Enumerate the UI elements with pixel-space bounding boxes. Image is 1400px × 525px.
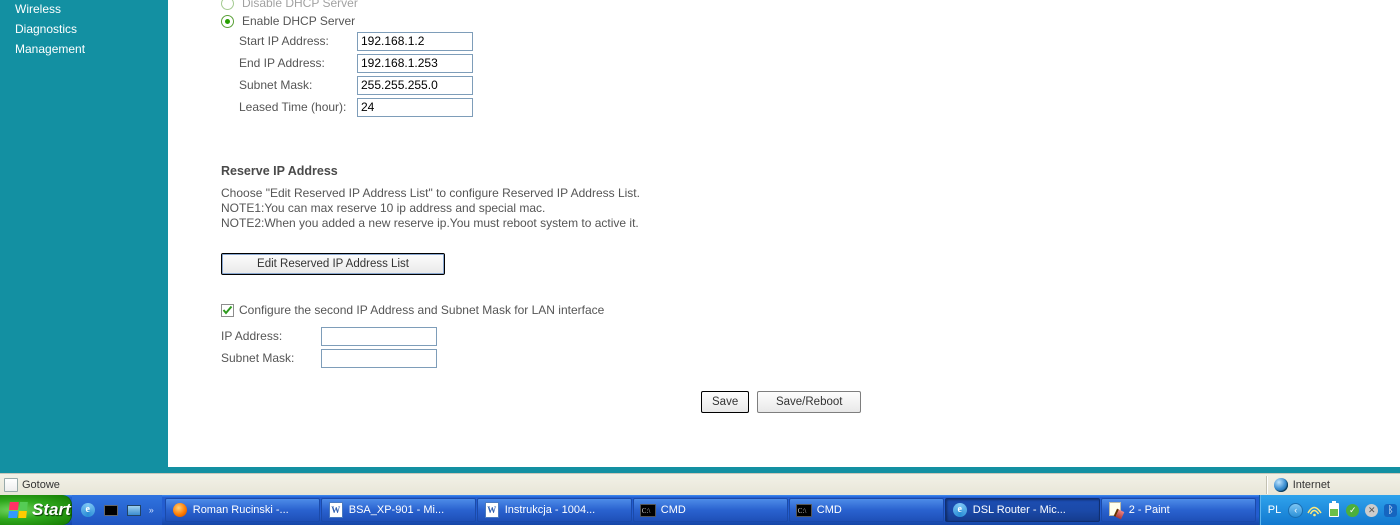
taskbar-btn-cmd-1[interactable]: CMD <box>633 498 788 522</box>
start-ip-label: Start IP Address: <box>239 34 357 48</box>
tray-battery-icon[interactable] <box>1326 503 1341 518</box>
taskbar-btn-paint[interactable]: 2 - Paint <box>1101 498 1256 522</box>
quicklaunch-show-desktop[interactable] <box>124 499 144 521</box>
end-ip-input[interactable] <box>357 54 473 73</box>
quicklaunch-expand[interactable]: » <box>147 505 156 515</box>
sidebar-item-management[interactable]: Management <box>0 40 168 60</box>
radio-enable-dhcp-label: Enable DHCP Server <box>242 14 355 28</box>
taskbar-btn-label: Roman Rucinski -... <box>193 504 289 516</box>
quicklaunch-cmd[interactable] <box>101 499 121 521</box>
reserve-desc-line1: Choose "Edit Reserved IP Address List" t… <box>221 186 1271 201</box>
tray-wifi-icon[interactable] <box>1307 503 1322 518</box>
firefox-icon <box>173 503 187 517</box>
status-text: Gotowe <box>22 479 60 491</box>
taskbar-btn-label: 2 - Paint <box>1129 504 1170 516</box>
taskbar-btn-label: Instrukcja - 1004... <box>505 504 596 516</box>
sidebar-item-diagnostics[interactable]: Diagnostics <box>0 20 168 40</box>
reserve-desc-line3: NOTE2:When you added a new reserve ip.Yo… <box>221 216 1271 231</box>
system-tray: PL ‹ ✓ ✕ ᛒ 🔊 13:39 <box>1259 495 1400 525</box>
tray-collapse-button[interactable]: ‹ <box>1288 503 1303 518</box>
save-button[interactable]: Save <box>701 391 749 413</box>
second-subnet-mask-input[interactable] <box>321 349 437 368</box>
taskbar-btn-bsa[interactable]: BSA_XP-901 - Mi... <box>321 498 476 522</box>
content-area: Disable DHCP Server Enable DHCP Server S… <box>168 0 1400 467</box>
subnet-mask-input[interactable] <box>357 76 473 95</box>
statusbar-separator <box>1266 476 1267 494</box>
radio-disable-dhcp[interactable] <box>221 0 234 10</box>
windows-logo-icon <box>8 502 28 518</box>
quicklaunch-ie[interactable] <box>78 499 98 521</box>
start-button[interactable]: Start <box>0 495 72 525</box>
taskbar-buttons: Roman Rucinski -... BSA_XP-901 - Mi... I… <box>162 495 1259 525</box>
leased-time-label: Leased Time (hour): <box>239 100 357 114</box>
taskbar-btn-dslrouter[interactable]: DSL Router - Mic... <box>945 498 1100 522</box>
cmd-icon <box>640 504 656 517</box>
subnet-mask-label: Subnet Mask: <box>239 78 357 92</box>
language-indicator[interactable]: PL <box>1268 504 1284 516</box>
start-label: Start <box>32 500 71 520</box>
tray-unknown-icon[interactable]: ✕ <box>1364 503 1379 518</box>
taskbar-btn-cmd-2[interactable]: CMD <box>789 498 944 522</box>
ie-icon <box>81 503 95 517</box>
taskbar-btn-roman[interactable]: Roman Rucinski -... <box>165 498 320 522</box>
tray-bluetooth-icon[interactable]: ᛒ <box>1383 503 1398 518</box>
radio-enable-dhcp[interactable] <box>221 15 234 28</box>
second-ip-checkbox-label: Configure the second IP Address and Subn… <box>239 303 604 317</box>
taskbar-btn-label: CMD <box>817 504 842 516</box>
second-ip-checkbox[interactable] <box>221 304 234 317</box>
start-ip-input[interactable] <box>357 32 473 51</box>
taskbar-btn-label: DSL Router - Mic... <box>973 504 1066 516</box>
second-subnet-mask-label: Subnet Mask: <box>221 351 321 365</box>
reserve-desc-line2: NOTE1:You can max reserve 10 ip address … <box>221 201 1271 216</box>
leased-time-input[interactable] <box>357 98 473 117</box>
show-desktop-icon <box>127 505 141 516</box>
quick-launch: » <box>72 495 162 525</box>
zone-text: Internet <box>1293 479 1330 491</box>
page-icon <box>4 478 18 492</box>
taskbar-btn-instrukcja[interactable]: Instrukcja - 1004... <box>477 498 632 522</box>
reserve-ip-title: Reserve IP Address <box>221 118 1271 186</box>
word-icon <box>485 502 499 518</box>
end-ip-label: End IP Address: <box>239 56 357 70</box>
globe-icon <box>1274 478 1288 492</box>
windows-taskbar: Start » Roman Rucinski -... BSA_XP-901 -… <box>0 495 1400 525</box>
sidebar-item-wireless[interactable]: Wireless <box>0 0 168 20</box>
word-icon <box>329 502 343 518</box>
radio-disable-dhcp-label: Disable DHCP Server <box>242 0 358 10</box>
second-ip-address-label: IP Address: <box>221 329 321 343</box>
second-ip-address-input[interactable] <box>321 327 437 346</box>
edit-reserved-ip-list-button[interactable]: Edit Reserved IP Address List <box>221 253 445 275</box>
browser-status-bar: Gotowe Internet <box>0 473 1400 495</box>
save-reboot-button[interactable]: Save/Reboot <box>757 391 861 413</box>
sidebar: Wireless Diagnostics Management <box>0 0 168 467</box>
cmd-icon <box>796 504 812 517</box>
paint-icon <box>1109 502 1123 518</box>
taskbar-btn-label: CMD <box>661 504 686 516</box>
cmd-icon <box>104 505 118 516</box>
tray-security-icon[interactable]: ✓ <box>1345 503 1360 518</box>
taskbar-btn-label: BSA_XP-901 - Mi... <box>349 504 444 516</box>
ie-icon <box>953 503 967 517</box>
